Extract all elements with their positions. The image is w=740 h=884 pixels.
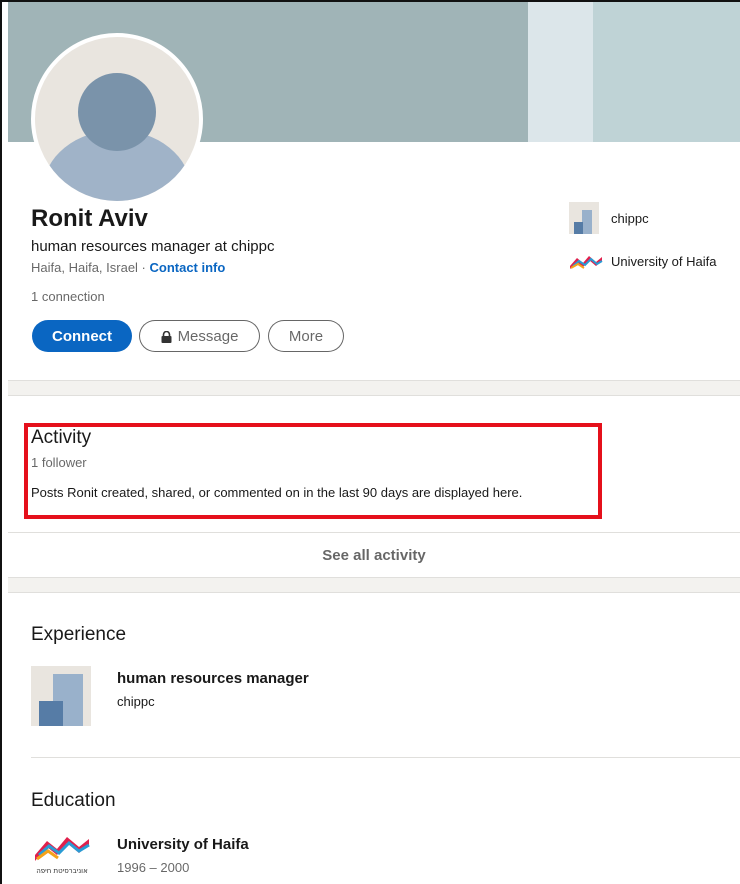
- message-button-label: Message: [177, 327, 239, 345]
- section-separator: [8, 577, 740, 593]
- more-button[interactable]: More: [268, 320, 344, 352]
- connect-button[interactable]: Connect: [32, 320, 132, 352]
- avatar[interactable]: [31, 33, 203, 205]
- profile-location: Haifa, Haifa, Israel: [31, 260, 138, 275]
- logo-short-bar: [39, 701, 63, 726]
- profile-name: Ronit Aviv: [31, 205, 148, 232]
- profile-headline: human resources manager at chippc: [31, 238, 275, 255]
- school-logo-caption: אוניברסיטת חיפה: [36, 867, 88, 875]
- lock-icon: [161, 330, 172, 343]
- education-school-name[interactable]: University of Haifa: [117, 836, 249, 853]
- experience-section-title: Experience: [31, 624, 127, 645]
- education-dates: 1996 – 2000: [117, 860, 190, 875]
- avatar-head-shape: [78, 73, 156, 151]
- logo-tall-bar: [582, 210, 592, 234]
- connection-count: 1 connection: [31, 289, 105, 304]
- university-logo-icon: [569, 252, 603, 270]
- sidebar-school-name: University of Haifa: [611, 253, 717, 269]
- highlight-annotation-box: [24, 423, 602, 519]
- sidebar-school[interactable]: University of Haifa: [569, 252, 716, 270]
- location-separator: ·: [137, 260, 150, 275]
- education-school-logo-icon[interactable]: אוניברסיטת חיפה: [31, 815, 93, 877]
- experience-role[interactable]: human resources manager: [117, 670, 309, 687]
- section-separator: [8, 380, 740, 396]
- message-button[interactable]: Message: [139, 320, 260, 352]
- sidebar-current-company[interactable]: chippc: [569, 202, 649, 234]
- divider: [31, 757, 740, 758]
- company-logo-icon: [569, 202, 599, 234]
- profile-location-line: Haifa, Haifa, Israel · Contact info: [31, 260, 225, 275]
- see-all-activity-button[interactable]: See all activity: [8, 533, 740, 577]
- experience-company-logo-icon[interactable]: [31, 666, 91, 726]
- profile-page: Ronit Aviv human resources manager at ch…: [0, 0, 740, 884]
- experience-company[interactable]: chippc: [117, 694, 155, 709]
- sidebar-company-name: chippc: [611, 210, 649, 226]
- education-section-title: Education: [31, 790, 116, 811]
- window-border-left: [0, 0, 2, 884]
- contact-info-link[interactable]: Contact info: [150, 260, 226, 275]
- logo-short-bar: [574, 222, 583, 234]
- banner-teal-block: [593, 2, 740, 142]
